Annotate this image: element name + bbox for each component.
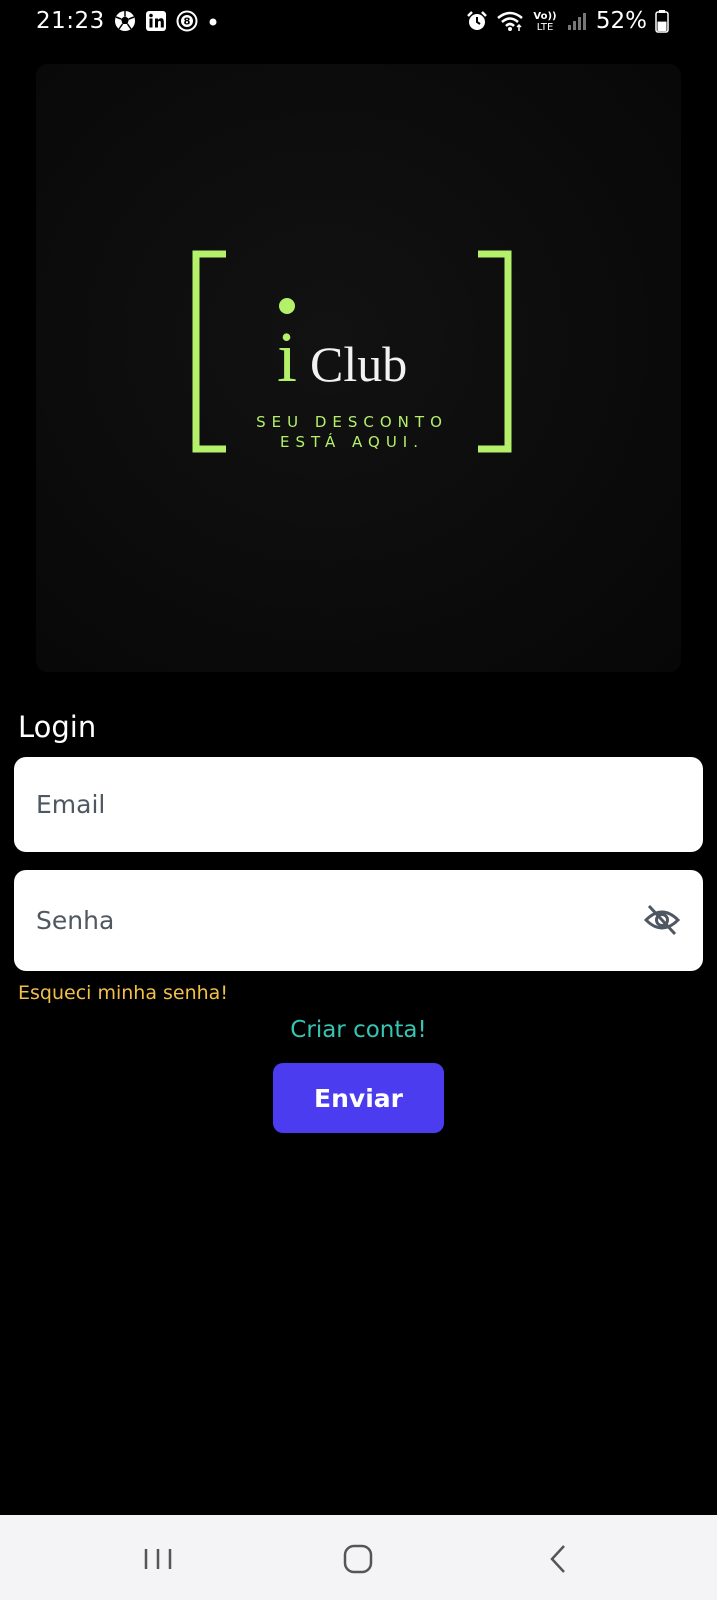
notification-dot-icon [209,18,217,26]
logo-brand-club: Club [310,336,407,392]
battery-icon [655,10,669,33]
linkedin-icon [145,11,166,31]
eye-off-icon[interactable] [643,903,681,937]
password-field[interactable] [14,870,703,971]
logo-left-bracket [192,250,226,453]
submit-button[interactable]: Enviar [273,1063,444,1133]
wifi-icon [497,11,523,31]
status-time: 21:23 [36,8,105,34]
battery-percent: 52% [595,8,647,34]
home-icon[interactable] [338,1541,378,1577]
logo-graphic: i Club SEU DESCONTO ESTÁ AQUI. [192,250,512,453]
password-input[interactable] [14,870,596,971]
email-input[interactable] [14,757,596,852]
back-icon[interactable] [540,1541,580,1577]
login-title: Login [18,710,97,744]
svg-text:Vo)): Vo)) [533,11,556,22]
eight-ball-icon: 8 [176,10,198,32]
alarm-icon [466,11,487,30]
create-account-link[interactable]: Criar conta! [0,1017,717,1043]
logo-brand-i: i [277,317,297,397]
recent-apps-icon[interactable] [138,1541,178,1577]
logo-card: i Club SEU DESCONTO ESTÁ AQUI. [36,64,681,672]
forgot-password-link[interactable]: Esqueci minha senha! [18,982,228,1004]
status-bar: 21:23 8 Vo)) LTE 52% [0,0,717,48]
logo-tagline-line1: SEU DESCONTO [256,413,448,431]
signal-icon [567,13,586,30]
status-bar-right: Vo)) LTE 52% [466,8,669,34]
status-bar-left: 21:23 8 [36,8,219,34]
volte-icon: Vo)) LTE [533,11,556,33]
logo-i-dot [279,298,295,314]
svg-text:LTE: LTE [537,22,554,33]
soccer-ball-icon [114,11,135,31]
navigation-bar [0,1515,717,1600]
email-field[interactable] [14,757,703,852]
svg-text:8: 8 [183,17,190,28]
logo-tagline-line2: ESTÁ AQUI. [280,432,424,451]
logo-right-bracket [478,250,512,453]
